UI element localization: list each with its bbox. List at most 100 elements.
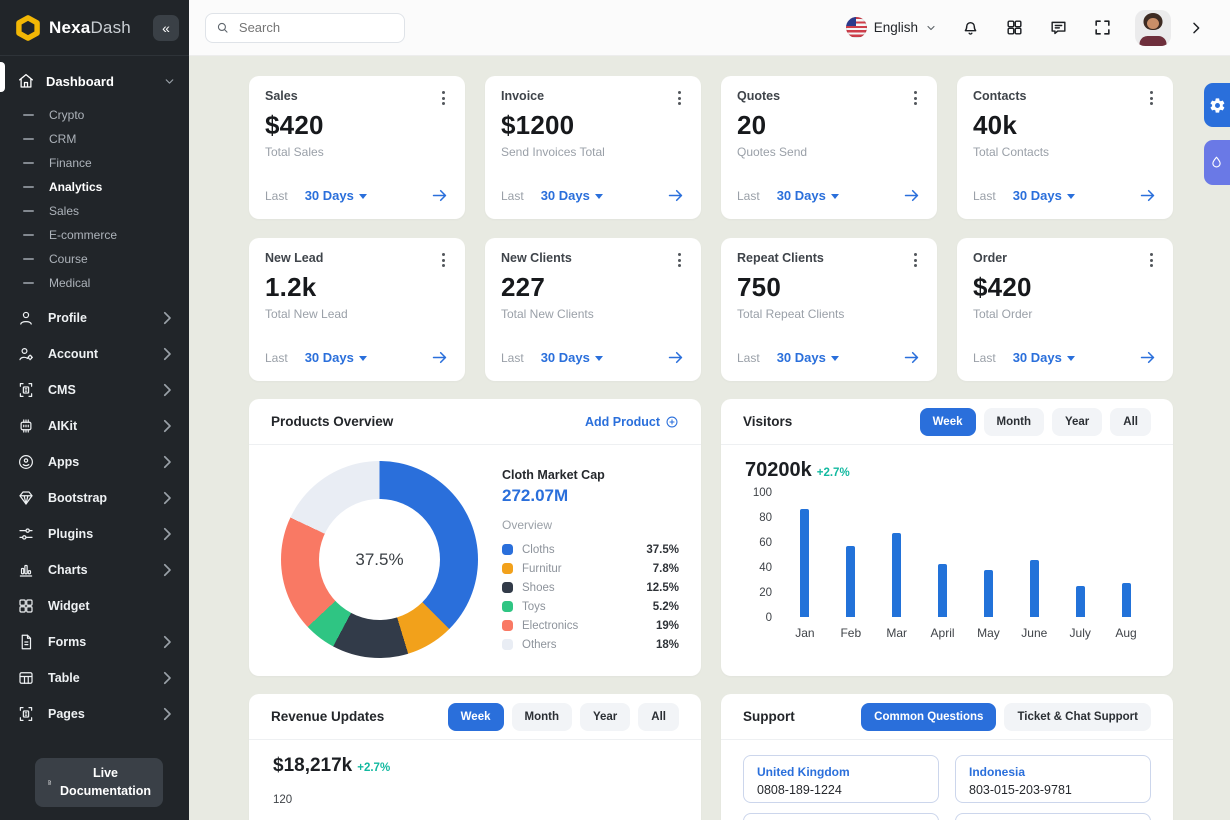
kebab-menu-icon[interactable] xyxy=(910,251,921,269)
search-input[interactable] xyxy=(237,19,394,36)
period-dropdown[interactable]: 30 Days xyxy=(777,188,839,203)
support-contact-united-kingdom[interactable]: United Kingdom0808-189-1224 xyxy=(743,755,939,803)
search-icon xyxy=(216,20,229,35)
arrow-right-icon[interactable] xyxy=(666,348,685,367)
period-dropdown[interactable]: 30 Days xyxy=(1013,350,1075,365)
sidebar-subitem-crypto[interactable]: Crypto xyxy=(17,103,176,127)
live-documentation-button[interactable]: Live Documentation xyxy=(35,758,163,807)
dashboard-content: Sales$420Total SalesLast30 DaysInvoice$1… xyxy=(189,56,1230,820)
sidebar-subitem-finance[interactable]: Finance xyxy=(17,151,176,175)
document-icon xyxy=(17,633,35,651)
legend-value: 12.5% xyxy=(646,582,679,594)
language-selector[interactable]: English xyxy=(846,17,937,38)
period-dropdown[interactable]: 30 Days xyxy=(305,188,367,203)
support-tab-ticket-chat-support[interactable]: Ticket & Chat Support xyxy=(1004,703,1151,731)
bar-june[interactable] xyxy=(1030,560,1039,617)
period-value: 30 Days xyxy=(777,188,826,203)
sidebar-item-aikit[interactable]: AIKit xyxy=(17,408,176,444)
kebab-menu-icon[interactable] xyxy=(674,89,685,107)
period-value: 30 Days xyxy=(1013,188,1062,203)
sidebar-item-account[interactable]: Account xyxy=(17,336,176,372)
sidebar-item-pages[interactable]: Pages xyxy=(17,696,176,732)
arrow-right-icon[interactable] xyxy=(902,186,921,205)
arrow-right-icon[interactable] xyxy=(430,348,449,367)
bar-mar[interactable] xyxy=(892,533,901,617)
sidebar-item-dashboard[interactable]: Dashboard xyxy=(17,66,176,96)
kebab-menu-icon[interactable] xyxy=(1146,89,1157,107)
legend-value: 19% xyxy=(656,620,679,632)
stat-card-title: Sales xyxy=(265,89,298,103)
support-contact-indonesia[interactable]: Indonesia803-015-203-9781 xyxy=(955,755,1151,803)
visitors-tab-all[interactable]: All xyxy=(1110,408,1151,436)
bar-july[interactable] xyxy=(1076,586,1085,617)
theme-color-button[interactable] xyxy=(1204,140,1230,185)
support-title: Support xyxy=(743,709,795,724)
stat-card-subtitle: Total Contacts xyxy=(973,145,1157,159)
sidebar-collapse-button[interactable]: « xyxy=(153,15,179,41)
visitors-tab-year[interactable]: Year xyxy=(1052,408,1102,436)
sidebar-item-cms[interactable]: CMS xyxy=(17,372,176,408)
add-product-button[interactable]: Add Product xyxy=(585,415,679,429)
support-contact-box[interactable] xyxy=(743,813,939,820)
settings-gear-button[interactable] xyxy=(1204,83,1230,127)
bar-aug[interactable] xyxy=(1122,583,1131,617)
arrow-right-icon[interactable] xyxy=(1138,186,1157,205)
y-tick: 80 xyxy=(745,512,772,524)
chat-icon[interactable] xyxy=(1049,18,1068,37)
period-dropdown[interactable]: 30 Days xyxy=(541,350,603,365)
bar-feb[interactable] xyxy=(846,546,855,617)
support-tab-common-questions[interactable]: Common Questions xyxy=(861,703,996,731)
dash-icon xyxy=(23,234,34,236)
chevron-right-icon[interactable] xyxy=(1188,20,1204,36)
sidebar-subitem-analytics[interactable]: Analytics xyxy=(17,175,176,199)
visitors-tab-week[interactable]: Week xyxy=(920,408,976,436)
visitors-tab-month[interactable]: Month xyxy=(984,408,1044,436)
sidebar-subitem-crm[interactable]: CRM xyxy=(17,127,176,151)
sidebar-item-profile[interactable]: Profile xyxy=(17,300,176,336)
period-dropdown[interactable]: 30 Days xyxy=(541,188,603,203)
revenue-tab-month[interactable]: Month xyxy=(512,703,572,731)
support-card: Support Common Questions Ticket & Chat Su… xyxy=(721,694,1173,820)
sidebar-item-bootstrap[interactable]: Bootstrap xyxy=(17,480,176,516)
dash-icon xyxy=(23,162,34,164)
period-dropdown[interactable]: 30 Days xyxy=(777,350,839,365)
bar-april[interactable] xyxy=(938,564,947,617)
arrow-right-icon[interactable] xyxy=(666,186,685,205)
sidebar-subitem-e-commerce[interactable]: E-commerce xyxy=(17,223,176,247)
sidebar-item-widget[interactable]: Widget xyxy=(17,588,176,624)
kebab-menu-icon[interactable] xyxy=(438,89,449,107)
arrow-right-icon[interactable] xyxy=(1138,348,1157,367)
x-tick: Mar xyxy=(877,626,917,640)
x-axis: JanFebMarAprilMayJuneJulyAug xyxy=(782,626,1149,640)
period-dropdown[interactable]: 30 Days xyxy=(305,350,367,365)
bar-jan[interactable] xyxy=(800,509,809,617)
search-box[interactable] xyxy=(205,13,405,43)
revenue-tab-year[interactable]: Year xyxy=(580,703,630,731)
revenue-tab-all[interactable]: All xyxy=(638,703,679,731)
brand-name: NexaDash xyxy=(49,18,153,38)
sidebar-item-forms[interactable]: Forms xyxy=(17,624,176,660)
legend-label: Furnitur xyxy=(522,563,562,575)
apps-grid-icon[interactable] xyxy=(1005,18,1024,37)
arrow-right-icon[interactable] xyxy=(902,348,921,367)
support-contacts: United Kingdom0808-189-1224 Indonesia803-… xyxy=(721,740,1173,820)
fullscreen-icon[interactable] xyxy=(1093,18,1112,37)
sidebar-subitem-sales[interactable]: Sales xyxy=(17,199,176,223)
bar-may[interactable] xyxy=(984,570,993,617)
kebab-menu-icon[interactable] xyxy=(438,251,449,269)
user-avatar[interactable] xyxy=(1135,10,1171,46)
sidebar-subitem-medical[interactable]: Medical xyxy=(17,271,176,295)
period-dropdown[interactable]: 30 Days xyxy=(1013,188,1075,203)
support-contact-box[interactable] xyxy=(955,813,1151,820)
arrow-right-icon[interactable] xyxy=(430,186,449,205)
sidebar-item-charts[interactable]: Charts xyxy=(17,552,176,588)
sidebar-item-table[interactable]: Table xyxy=(17,660,176,696)
kebab-menu-icon[interactable] xyxy=(910,89,921,107)
notifications-bell-icon[interactable] xyxy=(961,18,980,37)
kebab-menu-icon[interactable] xyxy=(1146,251,1157,269)
kebab-menu-icon[interactable] xyxy=(674,251,685,269)
revenue-tab-week[interactable]: Week xyxy=(448,703,504,731)
sidebar-subitem-course[interactable]: Course xyxy=(17,247,176,271)
sidebar-item-apps[interactable]: Apps xyxy=(17,444,176,480)
sidebar-item-plugins[interactable]: Plugins xyxy=(17,516,176,552)
